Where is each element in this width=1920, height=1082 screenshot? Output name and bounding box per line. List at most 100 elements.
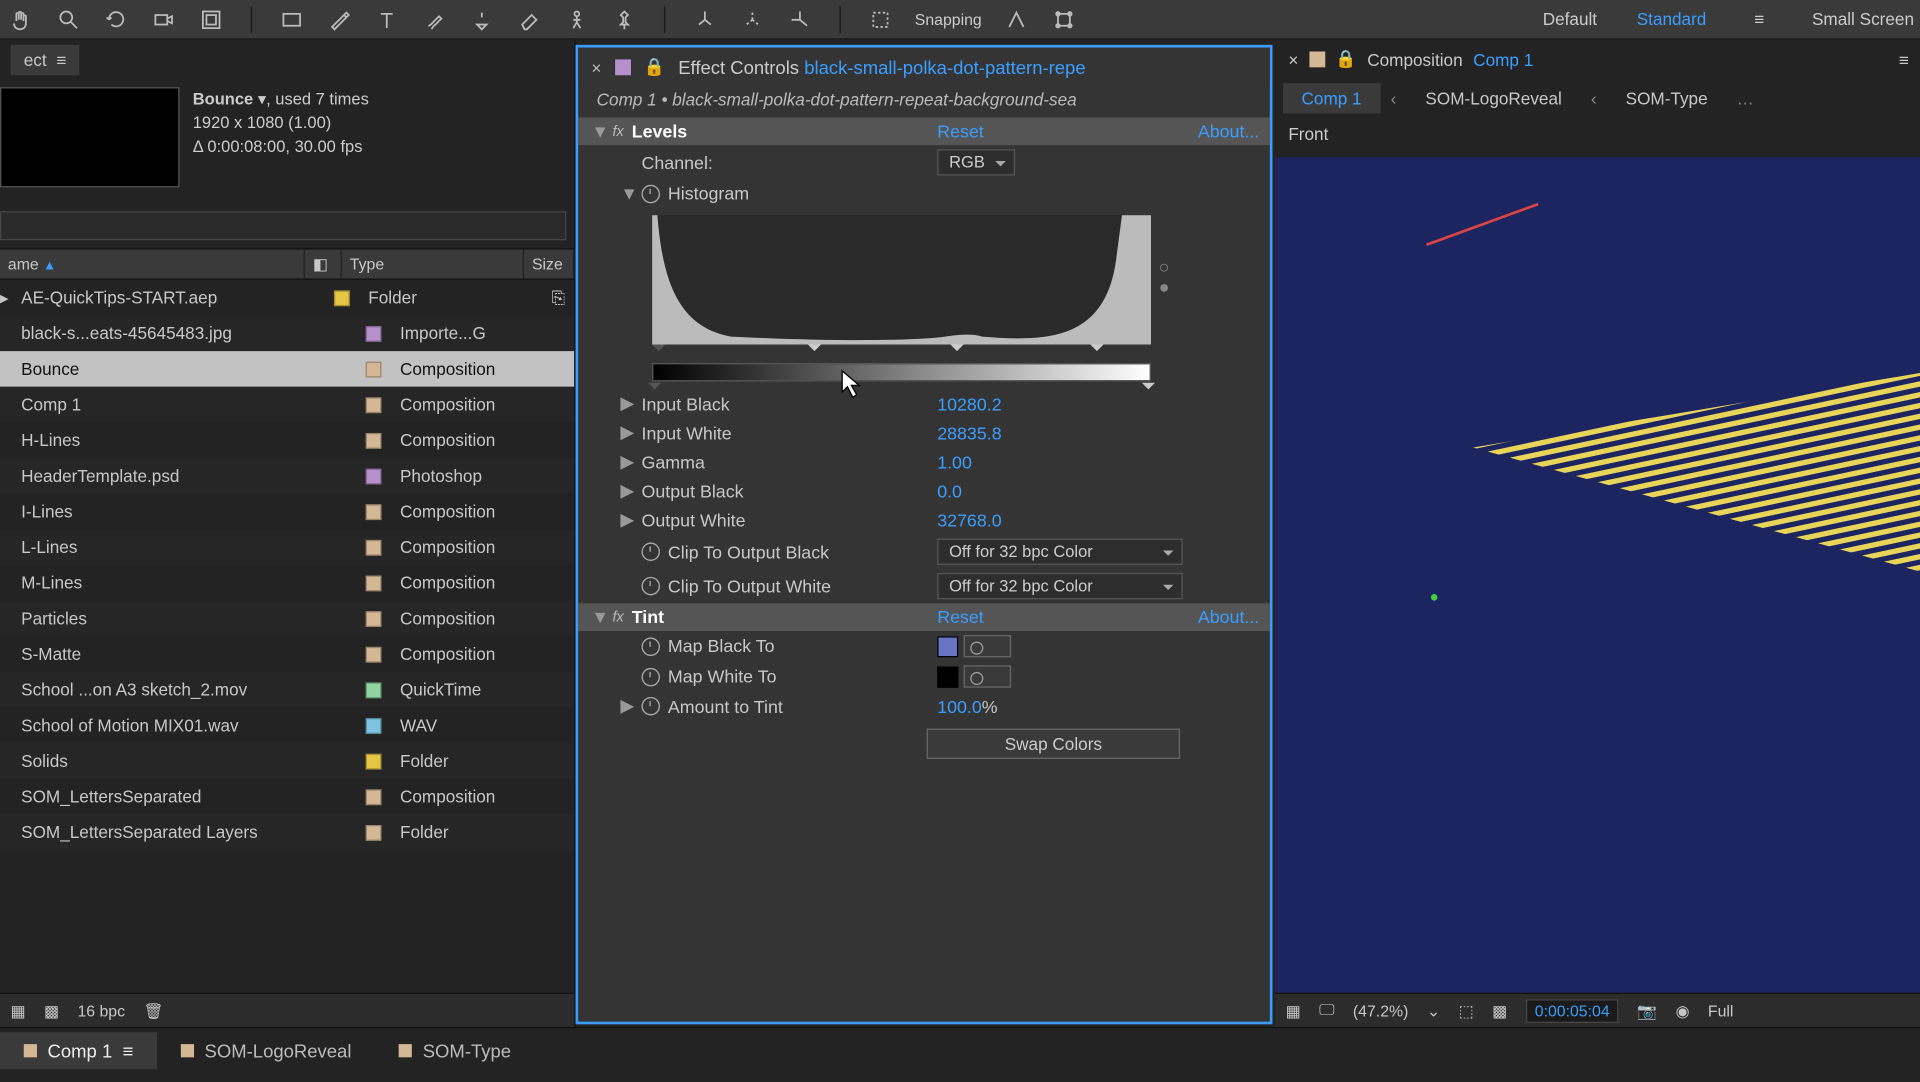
resolution-icon[interactable]: ⬚: [1459, 1001, 1474, 1019]
output-black-value[interactable]: 0.0: [937, 481, 962, 501]
rect-tool-icon[interactable]: [279, 6, 305, 32]
camera-tool-icon[interactable]: [150, 6, 176, 32]
effect-asset-name[interactable]: black-small-polka-dot-pattern-repe: [804, 57, 1085, 78]
timeline-tab[interactable]: SOM-Type: [375, 1032, 535, 1069]
eyedropper-icon[interactable]: [964, 635, 1012, 657]
project-item[interactable]: L-LinesComposition: [0, 529, 574, 565]
project-item[interactable]: SolidsFolder: [0, 743, 574, 779]
snapshot-icon[interactable]: 📷: [1637, 1001, 1657, 1019]
grid-icon[interactable]: ▦: [1286, 1001, 1301, 1019]
puppet-tool-icon[interactable]: [564, 6, 590, 32]
project-item[interactable]: I-LinesComposition: [0, 494, 574, 530]
project-item[interactable]: ParticlesComposition: [0, 601, 574, 637]
project-item[interactable]: BounceComposition: [0, 351, 574, 387]
stopwatch-icon[interactable]: [642, 184, 660, 202]
levels-reset[interactable]: Reset: [937, 121, 984, 141]
view-label[interactable]: Front: [1275, 116, 1920, 149]
project-item[interactable]: School of Motion MIX01.wavWAV: [0, 708, 574, 744]
bpc-toggle[interactable]: 16 bpc: [77, 1001, 125, 1019]
timecode-display[interactable]: 0:00:05:04: [1526, 999, 1619, 1023]
project-item[interactable]: School ...on A3 sketch_2.movQuickTime: [0, 672, 574, 708]
tint-about[interactable]: About...: [1198, 607, 1259, 627]
chevron-left-icon[interactable]: ‹: [1380, 88, 1407, 108]
project-list[interactable]: ▸AE-QuickTips-START.aepFolder⎘black-s...…: [0, 280, 574, 993]
chevron-down-icon[interactable]: ⌄: [1427, 1001, 1440, 1019]
tag-column-icon[interactable]: ◧: [305, 249, 342, 278]
eraser-tool-icon[interactable]: [516, 6, 542, 32]
composition-name[interactable]: Comp 1: [1473, 50, 1533, 70]
monitor-icon[interactable]: 🖵: [1319, 1001, 1334, 1021]
stopwatch-icon[interactable]: [642, 577, 660, 595]
clip-white-dropdown[interactable]: Off for 32 bpc Color: [937, 573, 1183, 599]
fx-icon[interactable]: fx: [612, 123, 623, 139]
twirl-right-icon[interactable]: ▶: [620, 393, 633, 414]
bin-icon[interactable]: ▦: [11, 1001, 26, 1019]
color-depth-icon[interactable]: ▩: [44, 1001, 59, 1019]
overflow-icon[interactable]: …: [1726, 88, 1764, 108]
workspace-menu-icon[interactable]: ≡: [1746, 6, 1772, 32]
rotate-tool-icon[interactable]: [103, 6, 129, 32]
panel-menu-icon[interactable]: ≡: [1899, 50, 1909, 70]
comp-tab-logoreveal[interactable]: SOM-LogoReveal: [1407, 83, 1580, 113]
fx-icon[interactable]: fx: [612, 609, 623, 625]
timeline-tab[interactable]: Comp 1 ≡: [0, 1032, 157, 1069]
lock-icon[interactable]: 🔒: [644, 57, 665, 78]
tint-reset[interactable]: Reset: [937, 607, 984, 627]
close-panel-icon[interactable]: ×: [1288, 50, 1298, 70]
lock-icon[interactable]: 🔒: [1335, 49, 1356, 70]
clone-tool-icon[interactable]: [469, 6, 495, 32]
brush-tool-icon[interactable]: [421, 6, 447, 32]
resolution-dropdown[interactable]: Full: [1708, 1001, 1734, 1019]
axis-view-icon[interactable]: [787, 6, 813, 32]
project-item[interactable]: HeaderTemplate.psdPhotoshop: [0, 458, 574, 494]
eyedropper-icon[interactable]: [964, 665, 1012, 687]
gamma-value[interactable]: 1.00: [937, 452, 972, 472]
snap-corner-icon[interactable]: [1050, 6, 1076, 32]
clip-black-dropdown[interactable]: Off for 32 bpc Color: [937, 539, 1183, 565]
axis-local-icon[interactable]: [692, 6, 718, 32]
text-tool-icon[interactable]: [374, 6, 400, 32]
pen-tool-icon[interactable]: [326, 6, 352, 32]
stopwatch-icon[interactable]: [642, 697, 660, 715]
sort-asc-icon[interactable]: ▲: [43, 259, 56, 274]
map-black-color[interactable]: [937, 636, 958, 657]
input-sliders[interactable]: [652, 345, 1151, 358]
stopwatch-icon[interactable]: [642, 543, 660, 561]
hand-tool-icon[interactable]: [8, 6, 34, 32]
twirl-down-icon[interactable]: ▼: [591, 121, 604, 141]
workspace-small[interactable]: Small Screen: [1812, 9, 1914, 29]
project-item[interactable]: ▸AE-QuickTips-START.aepFolder⎘: [0, 280, 574, 316]
input-black-value[interactable]: 10280.2: [937, 394, 1001, 414]
snap-icon[interactable]: [867, 6, 893, 32]
workspace-default[interactable]: Default: [1543, 9, 1597, 29]
input-white-value[interactable]: 28835.8: [937, 423, 1001, 443]
stopwatch-icon[interactable]: [642, 667, 660, 685]
close-panel-icon[interactable]: ×: [591, 57, 601, 77]
project-tab[interactable]: ect ≡: [11, 44, 80, 74]
trash-icon[interactable]: 🗑: [144, 1001, 164, 1019]
project-item[interactable]: Comp 1Composition: [0, 387, 574, 423]
stopwatch-icon[interactable]: [642, 637, 660, 655]
chevron-left-icon[interactable]: ‹: [1580, 88, 1607, 108]
project-item[interactable]: M-LinesComposition: [0, 565, 574, 601]
project-item[interactable]: H-LinesComposition: [0, 422, 574, 458]
project-item[interactable]: SOM_LettersSeparated LayersFolder: [0, 814, 574, 850]
axis-world-icon[interactable]: [739, 6, 765, 32]
tint-effect-title[interactable]: Tint: [632, 607, 664, 627]
roi-tool-icon[interactable]: [198, 6, 224, 32]
levels-effect-title[interactable]: Levels: [632, 121, 687, 141]
comp-tab-comp1[interactable]: Comp 1: [1283, 83, 1380, 113]
output-gradient[interactable]: [652, 363, 1151, 381]
zoom-dropdown[interactable]: (47.2%): [1353, 1001, 1408, 1019]
levels-about[interactable]: About...: [1198, 121, 1259, 141]
output-white-value[interactable]: 32768.0: [937, 510, 1001, 530]
levels-histogram[interactable]: ○●: [652, 215, 1151, 344]
project-search-input[interactable]: [0, 211, 566, 240]
twirl-down-icon[interactable]: ▼: [620, 183, 633, 203]
project-item[interactable]: SOM_LettersSeparatedComposition: [0, 779, 574, 815]
tint-amount-value[interactable]: 100.0: [937, 696, 982, 716]
workspace-standard[interactable]: Standard: [1637, 9, 1707, 29]
histogram-handle-icon[interactable]: ○●: [1159, 257, 1170, 297]
channel-icon[interactable]: ◉: [1676, 1001, 1690, 1019]
project-item[interactable]: S-MatteComposition: [0, 636, 574, 672]
